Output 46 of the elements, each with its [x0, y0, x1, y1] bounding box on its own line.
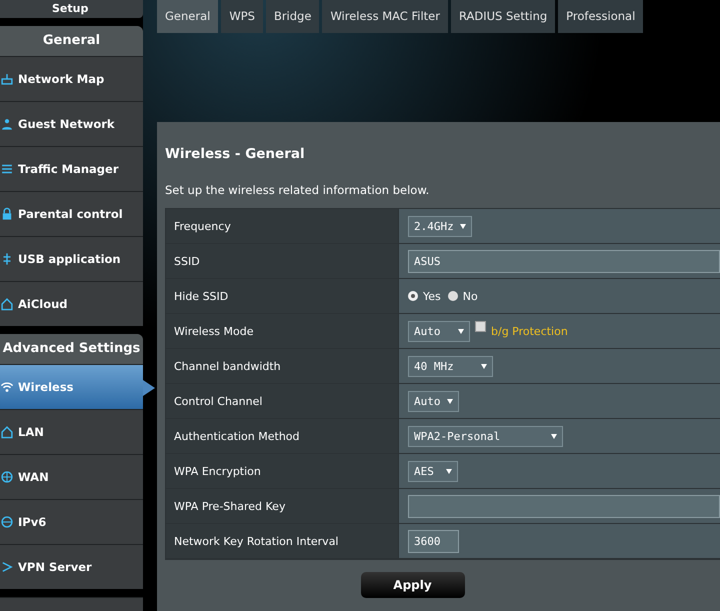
radio-label: Yes	[423, 290, 441, 302]
tab[interactable]: General	[157, 0, 218, 33]
panel-title: Wireless - General	[165, 146, 306, 164]
dropdown[interactable]: AES	[408, 460, 458, 482]
text-field[interactable]	[408, 494, 720, 518]
dropdown[interactable]: Auto	[408, 390, 458, 412]
dropdown[interactable]: WPA2-Personal	[408, 426, 563, 446]
tab[interactable]: WPS	[221, 0, 263, 33]
caret-icon	[458, 328, 464, 334]
radio-button[interactable]	[408, 291, 418, 301]
sidebar-item[interactable]: VPN Server	[0, 544, 143, 589]
radio-button[interactable]	[448, 291, 458, 301]
dropdown[interactable]: Auto	[408, 320, 470, 342]
field-label: Authentication Method	[166, 419, 399, 453]
panel-description: Set up the wireless related information below.	[165, 183, 430, 199]
text-field[interactable]: 3600	[408, 530, 459, 552]
checkbox[interactable]	[475, 321, 486, 332]
caret-icon	[446, 468, 452, 474]
apply-button[interactable]: Apply	[360, 572, 464, 598]
field-label: Network Key Rotation Interval	[166, 524, 399, 558]
tab[interactable]: Wireless MAC Filter	[322, 0, 448, 33]
text-field[interactable]: ASUS	[408, 250, 720, 272]
tab[interactable]: Professional	[558, 0, 644, 33]
field-label: SSID	[166, 244, 399, 278]
caret-icon	[481, 364, 487, 368]
setup-button[interactable]: Setup	[0, 0, 143, 18]
caret-icon	[460, 224, 466, 228]
field-label: Wireless Mode	[166, 314, 399, 348]
dropdown[interactable]: 40 MHz	[408, 356, 493, 376]
sidebar-item[interactable]	[0, 597, 143, 611]
sidebar-item[interactable]: AiCloud	[0, 281, 143, 326]
tab[interactable]: Bridge	[266, 0, 320, 33]
dropdown[interactable]: 2.4GHz	[408, 216, 472, 236]
section-header: Advanced Settings	[0, 334, 143, 364]
section-header: General	[0, 26, 143, 56]
field-label: Hide SSID	[166, 279, 399, 313]
field-label: Control Channel	[166, 384, 399, 418]
field-label: Channel bandwidth	[166, 349, 399, 383]
caret-icon	[551, 434, 557, 438]
field-label: Frequency	[166, 209, 399, 243]
radio-label: No	[462, 290, 478, 302]
tab[interactable]: RADIUS Setting	[450, 0, 556, 33]
caret-icon	[446, 398, 452, 404]
field-label: WPA Encryption	[166, 454, 399, 488]
checkbox-label: b/g Protection	[491, 324, 568, 338]
field-label: WPA Pre-Shared Key	[166, 489, 399, 523]
